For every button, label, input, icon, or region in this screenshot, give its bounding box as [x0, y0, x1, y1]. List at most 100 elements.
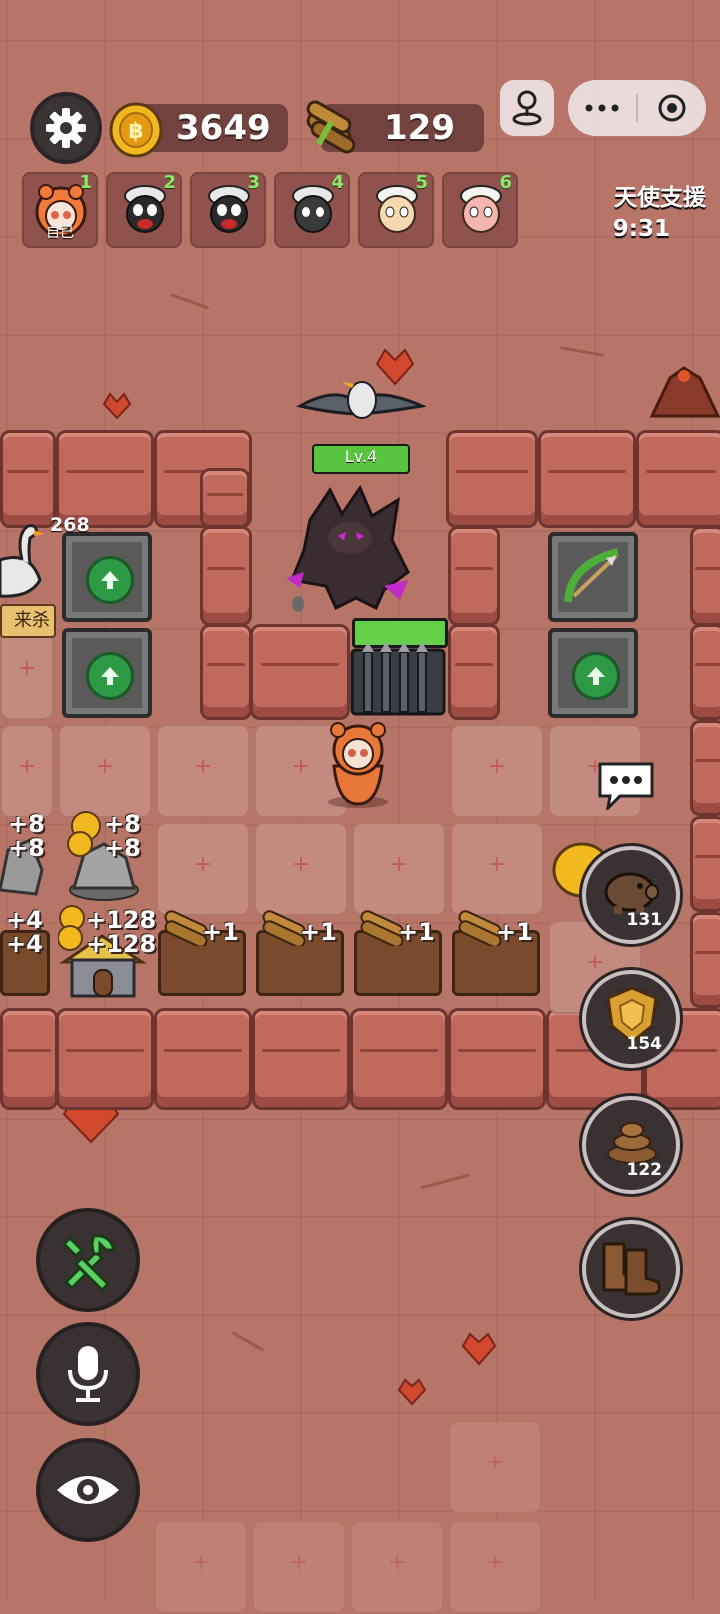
build-tile[interactable]	[352, 822, 446, 916]
shield-button[interactable]: 154	[582, 970, 680, 1068]
microphone-icon	[68, 1346, 108, 1402]
build-tile[interactable]	[450, 724, 544, 818]
upgrade-arrow-icon[interactable]	[572, 652, 620, 700]
close-miniapp-button[interactable]	[638, 80, 706, 136]
wall-block	[690, 720, 720, 816]
shield-count: 154	[626, 1034, 663, 1054]
joystick-icon	[512, 90, 542, 126]
record-icon	[658, 94, 686, 122]
player-number: 2	[163, 172, 176, 193]
wall-block	[200, 468, 250, 528]
player-slot-6[interactable]: 6	[442, 172, 518, 248]
wall-block	[538, 430, 636, 528]
angel-support-timer: 9:31	[612, 216, 670, 242]
wall-block	[250, 624, 350, 720]
player-character-icon[interactable]	[318, 720, 398, 808]
mine-income-right: +8 +8	[104, 810, 141, 862]
more-button[interactable]	[568, 80, 636, 136]
player-number: 4	[331, 172, 344, 193]
voice-button[interactable]	[36, 1322, 140, 1426]
tools-icon	[61, 1234, 116, 1292]
player-slot-3[interactable]: 3	[190, 172, 266, 248]
build-tile[interactable]	[350, 1520, 444, 1614]
poop-button[interactable]: 122	[582, 1096, 680, 1194]
boots-icon	[602, 1242, 661, 1296]
red-plant-icon	[397, 1378, 427, 1406]
build-tile[interactable]	[254, 822, 348, 916]
boots-button[interactable]	[582, 1220, 680, 1318]
wall-block	[690, 912, 720, 1008]
house-gold-income: +128 +128	[86, 906, 157, 958]
house-left-income: +4 +4	[6, 906, 43, 958]
piggy-bank-icon	[604, 872, 659, 914]
wood-amount: 129	[384, 108, 455, 148]
build-tile[interactable]	[154, 1520, 248, 1614]
build-tile[interactable]	[448, 1520, 542, 1614]
more-icon	[585, 104, 619, 112]
settings-button[interactable]	[30, 92, 102, 164]
wall-block	[690, 526, 720, 626]
player-number: 3	[247, 172, 260, 193]
player-number: 6	[499, 172, 512, 193]
poop-icon	[607, 1122, 657, 1164]
piggy-bank-count: 131	[626, 910, 663, 930]
wall-block	[448, 526, 500, 626]
bench-income: +1	[202, 918, 239, 946]
eye-icon	[57, 1476, 119, 1504]
svg-text:฿: ฿	[128, 119, 143, 144]
coin-icon: ฿	[109, 102, 163, 158]
build-tile[interactable]	[156, 724, 250, 818]
build-tile[interactable]	[0, 724, 54, 818]
build-tools-button[interactable]	[36, 1208, 140, 1312]
upgrade-arrow-icon[interactable]	[86, 556, 134, 604]
wall-block	[446, 430, 538, 528]
player-slot-2[interactable]: 2	[106, 172, 182, 248]
player-slot-self[interactable]: 1 自己	[22, 172, 98, 248]
view-button[interactable]	[36, 1438, 140, 1542]
build-tile[interactable]	[58, 724, 152, 818]
iron-gate-icon[interactable]	[350, 642, 446, 716]
player-self-label: 自己	[46, 225, 74, 241]
wall-block	[0, 1008, 58, 1110]
build-tile[interactable]	[0, 626, 54, 720]
wall-block	[0, 430, 56, 528]
wood-icon	[306, 100, 356, 154]
mine-income-left: +8 +8	[8, 810, 45, 862]
player-slot-5[interactable]: 5	[358, 172, 434, 248]
wall-block	[636, 430, 720, 528]
werewolf-enemy-icon[interactable]	[280, 480, 420, 620]
spike-turret[interactable]	[548, 628, 638, 718]
poop-count: 122	[626, 1160, 663, 1180]
wall-block	[448, 1008, 546, 1110]
wall-block	[448, 624, 500, 720]
upgrade-arrow-icon[interactable]	[86, 652, 134, 700]
goose-value: 268	[50, 514, 90, 536]
bench-income: +1	[398, 918, 435, 946]
red-plant-icon	[461, 1332, 497, 1366]
gold-amount: 3649	[176, 108, 271, 148]
spike-turret[interactable]	[62, 532, 152, 622]
joystick-button[interactable]	[500, 80, 554, 136]
wall-block	[200, 624, 252, 720]
goose-icon[interactable]	[0, 520, 44, 600]
build-tile[interactable]	[450, 822, 544, 916]
bench-income: +1	[300, 918, 337, 946]
piggy-bank-button[interactable]: 131	[582, 846, 680, 944]
wall-block	[56, 1008, 154, 1110]
player-number: 5	[415, 172, 428, 193]
build-tile[interactable]	[156, 822, 250, 916]
bench-income: +1	[496, 918, 533, 946]
boomerang-turret[interactable]	[62, 628, 152, 718]
build-tile[interactable]	[252, 1520, 346, 1614]
player-slot-4[interactable]: 4	[274, 172, 350, 248]
wall-block	[154, 1008, 252, 1110]
angel-support-title: 天使支援	[614, 185, 706, 211]
gear-icon	[46, 108, 86, 148]
build-tile[interactable]	[448, 1420, 542, 1514]
wall-block	[350, 1008, 448, 1110]
crossbow-turret[interactable]	[548, 532, 638, 622]
crossbow-icon	[564, 548, 620, 603]
chat-icon[interactable]	[596, 760, 656, 810]
red-plant-icon	[102, 392, 132, 420]
wall-block	[200, 526, 252, 626]
